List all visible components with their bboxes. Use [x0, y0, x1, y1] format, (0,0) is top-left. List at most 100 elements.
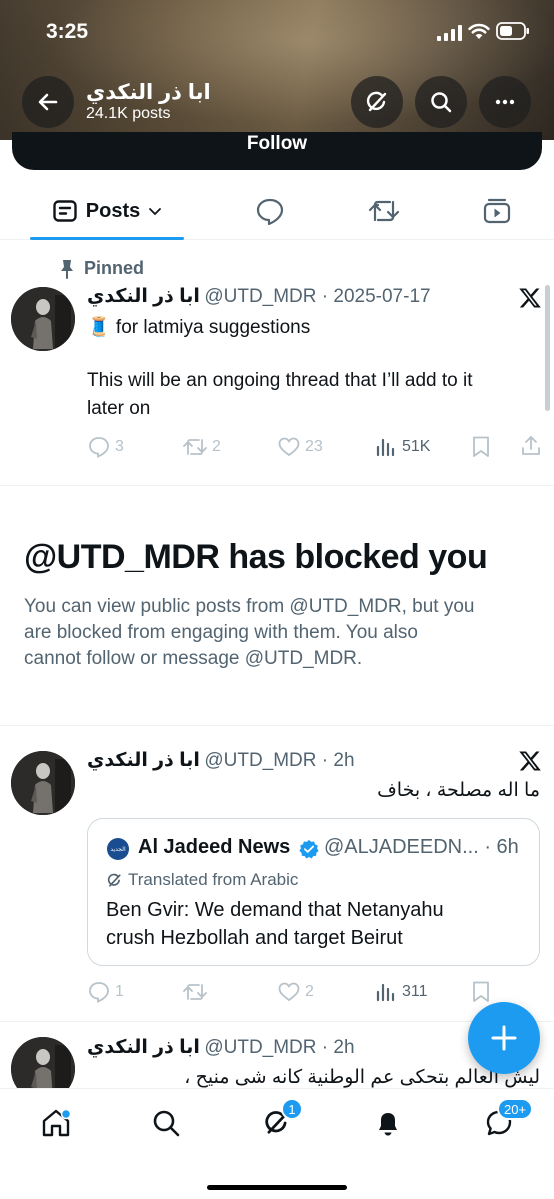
quote-text: Ben Gvir: We demand that Netanyahu crush…	[106, 896, 526, 952]
bottom-nav: 1 20+	[0, 1088, 554, 1199]
tab-active-indicator	[30, 237, 184, 240]
bookmark-icon[interactable]	[470, 980, 492, 1004]
compose-button[interactable]	[468, 1002, 540, 1074]
bell-icon	[379, 1113, 397, 1136]
status-time: 3:25	[46, 20, 89, 43]
quote-text-line: crush Hezbollah and target Beirut	[106, 927, 403, 949]
reply-count: 3	[115, 438, 124, 455]
blocked-line: You can view public posts from @UTD_MDR,…	[24, 596, 475, 617]
quote-card[interactable]: الجديد Al Jadeed News @ALJADEEDN... · 6h…	[87, 818, 540, 966]
author-name[interactable]: ابا ذر النكدي	[87, 1037, 200, 1058]
like-action[interactable]: 23	[277, 435, 323, 459]
post-meta: @UTD_MDR · 2h	[204, 750, 355, 771]
translated-indicator[interactable]: Translated from Arabic	[106, 870, 298, 890]
nav-search[interactable]	[146, 1103, 186, 1143]
like-count: 2	[305, 983, 314, 1000]
repost-icon	[183, 984, 207, 1000]
quote-handle: @ALJADEEDN... · 6h	[324, 836, 519, 858]
blocked-title: @UTD_MDR has blocked you	[24, 538, 488, 576]
tab-media[interactable]	[480, 194, 514, 228]
grok-button[interactable]	[351, 76, 403, 128]
arrow-left-icon	[38, 93, 58, 111]
quote-avatar: الجديد	[107, 838, 129, 860]
blocked-line: are blocked from engaging with them. You…	[24, 622, 418, 643]
post-meta: @UTD_MDR · 2h	[204, 1037, 355, 1058]
post-text-line: 🧵 for latmiya suggestions	[87, 317, 311, 338]
avatar[interactable]	[11, 751, 75, 815]
pin-icon	[61, 259, 73, 279]
views-chart-icon	[376, 438, 395, 457]
blocked-line: cannot follow or message @UTD_MDR.	[24, 648, 363, 669]
x-logo-icon	[519, 751, 541, 771]
more-dots-icon	[495, 99, 515, 105]
repost-count: 2	[212, 438, 221, 455]
author-name[interactable]: ابا ذر النكدي	[87, 750, 200, 771]
avatar-image	[11, 287, 75, 351]
x-logo-icon	[519, 288, 541, 308]
divider	[0, 725, 554, 726]
repost-action[interactable]	[182, 980, 212, 1004]
cellular-signal-icon	[437, 25, 462, 41]
follow-button[interactable]: Follow	[12, 132, 542, 170]
reply-icon	[89, 982, 109, 1003]
plus-icon	[491, 1025, 517, 1051]
tab-posts-label: Posts	[85, 199, 141, 222]
grok-badge: 1	[281, 1098, 303, 1120]
posts-tab-icon	[53, 200, 77, 222]
scrollbar[interactable]	[545, 285, 550, 411]
heart-icon	[278, 982, 300, 1002]
avatar-image	[11, 751, 75, 815]
search-icon	[153, 1110, 180, 1137]
more-button[interactable]	[479, 76, 531, 128]
home-indicator	[207, 1185, 347, 1190]
home-icon	[42, 1108, 72, 1137]
views-count: 51K	[402, 438, 431, 455]
video-icon	[483, 198, 511, 224]
chevron-down-icon	[149, 208, 162, 216]
author-name[interactable]: ابا ذر النكدي	[87, 286, 200, 307]
grok-icon	[107, 873, 121, 887]
like-count: 23	[305, 438, 323, 455]
repost-action[interactable]: 2	[182, 435, 221, 459]
wifi-icon	[468, 23, 490, 39]
quote-text-line: Ben Gvir: We demand that Netanyahu	[106, 899, 444, 921]
blocked-description: You can view public posts from @UTD_MDR,…	[24, 594, 534, 672]
grok-icon	[366, 91, 387, 112]
reply-action[interactable]: 3	[87, 435, 124, 459]
post-text: ما اله مصلحة ، بخاف	[377, 780, 540, 801]
post-meta: @UTD_MDR · 2025-07-17	[204, 286, 431, 307]
post-header: ابا ذر النكدي @UTD_MDR · 2h	[87, 749, 355, 772]
views-action[interactable]: 51K	[374, 435, 430, 459]
divider	[0, 485, 554, 486]
nav-notifications[interactable]	[368, 1103, 408, 1143]
reply-icon	[89, 437, 109, 458]
battery-icon	[496, 22, 529, 40]
views-chart-icon	[376, 983, 395, 1002]
pinned-label: Pinned	[84, 258, 145, 278]
views-count: 311	[402, 983, 428, 1000]
avatar[interactable]	[11, 287, 75, 351]
status-bar: 3:25	[0, 0, 554, 64]
profile-name: ابا ذر النكدي	[86, 81, 211, 104]
quote-author-name: Al Jadeed News	[138, 836, 291, 858]
post-text-line: later on	[87, 398, 151, 419]
like-action[interactable]: 2	[277, 980, 314, 1004]
search-icon	[431, 92, 452, 113]
nav-home[interactable]	[36, 1103, 76, 1143]
messages-badge: 20+	[497, 1098, 534, 1120]
bookmark-icon[interactable]	[470, 435, 492, 459]
tab-reposts[interactable]	[367, 194, 401, 228]
translated-label: Translated from Arabic	[128, 870, 299, 889]
back-button[interactable]	[22, 76, 74, 128]
reply-action[interactable]: 1	[87, 980, 124, 1004]
share-icon[interactable]	[520, 434, 542, 458]
verified-badge-icon	[299, 839, 319, 859]
pinned-post-header: ابا ذر النكدي @UTD_MDR · 2025-07-17	[87, 285, 431, 308]
post-count: 24.1K posts	[86, 105, 171, 122]
tab-posts[interactable]: Posts	[30, 182, 184, 240]
tab-replies[interactable]	[253, 194, 287, 228]
search-button[interactable]	[415, 76, 467, 128]
views-action[interactable]: 311	[374, 980, 428, 1004]
post-text-line: This will be an ongoing thread that I’ll…	[87, 370, 473, 391]
pinned-indicator: Pinned	[60, 258, 144, 279]
